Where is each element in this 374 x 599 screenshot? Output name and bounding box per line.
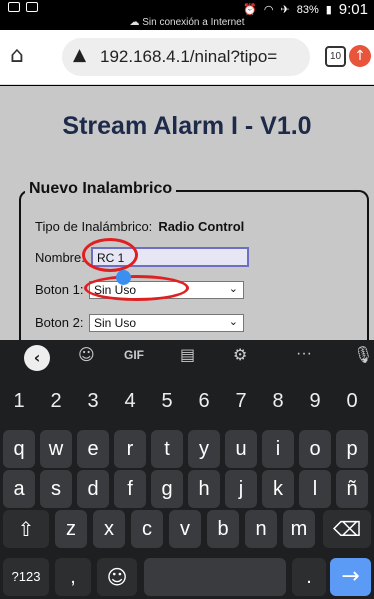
key-0[interactable]: 0 [336, 382, 368, 420]
key-g[interactable]: g [151, 470, 183, 508]
page-title: Stream Alarm I - V1.0 [62, 112, 312, 140]
key-n[interactable]: n [245, 510, 277, 548]
key-4[interactable]: 4 [114, 382, 146, 420]
key-9[interactable]: 9 [299, 382, 331, 420]
keyboard-toolbar: ‹ ☺ GIF ▤ ⚙ ··· 🎙 [0, 340, 374, 374]
system-indicators: ⏰ ◠ ✈ 83% ▮ 9:01 [243, 1, 368, 18]
keyboard-notification-icon [8, 2, 20, 12]
key-h[interactable]: h [188, 470, 220, 508]
enter-icon[interactable]: → [330, 558, 371, 596]
mic-icon[interactable]: 🎙 [353, 345, 373, 364]
backspace-icon[interactable]: ⌫ [323, 510, 371, 548]
chevron-down-icon: ⌄ [228, 315, 238, 328]
key-p[interactable]: p [336, 430, 368, 468]
key-o[interactable]: o [299, 430, 331, 468]
emoji-icon[interactable]: ☺ [97, 558, 137, 596]
boton2-select[interactable]: Sin Uso ⌄ [89, 314, 244, 332]
key-w[interactable]: w [40, 430, 72, 468]
period-key[interactable]: . [292, 558, 326, 596]
annotation-circle-nombre [82, 238, 138, 272]
tipo-label: Tipo de Inalámbrico: [35, 219, 153, 234]
key-6[interactable]: 6 [188, 382, 220, 420]
key-x[interactable]: x [93, 510, 125, 548]
fieldset-legend: Nuevo Inalambrico [25, 180, 177, 198]
tipo-value: Radio Control [158, 219, 245, 234]
key-b[interactable]: b [207, 510, 239, 548]
key-e[interactable]: e [77, 430, 109, 468]
key-y[interactable]: y [188, 430, 220, 468]
boton2-label: Boton 2: [35, 315, 84, 330]
boton1-label: Boton 1: [35, 282, 84, 297]
shift-icon[interactable]: ⇧ [3, 510, 49, 548]
key-i[interactable]: i [262, 430, 294, 468]
form-fieldset [19, 190, 369, 360]
gif-button[interactable]: GIF [124, 348, 144, 362]
nombre-label: Nombre: [35, 250, 85, 265]
key-5[interactable]: 5 [151, 382, 183, 420]
notification-icons [8, 2, 38, 12]
key-k[interactable]: k [262, 470, 294, 508]
key-8[interactable]: 8 [262, 382, 294, 420]
key-2[interactable]: 2 [40, 382, 72, 420]
key-ñ[interactable]: ñ [336, 470, 368, 508]
tipo-row: Tipo de Inalámbrico: Radio Control [35, 219, 244, 234]
back-icon[interactable]: ‹ [24, 345, 50, 371]
airplane-icon: ✈ [280, 3, 290, 16]
web-page: Stream Alarm I - V1.0 Nuevo Inalambrico … [0, 86, 374, 360]
key-t[interactable]: t [151, 430, 183, 468]
key-u[interactable]: u [225, 430, 257, 468]
key-z[interactable]: z [55, 510, 87, 548]
sticker-icon[interactable]: ☺ [78, 345, 95, 364]
tab-switcher-button[interactable]: 10 [325, 46, 346, 67]
image-notification-icon [26, 2, 38, 12]
key-1[interactable]: 1 [3, 382, 35, 420]
settings-icon[interactable]: ⚙ [233, 345, 247, 364]
alarm-icon: ⏰ [243, 3, 257, 16]
soft-keyboard: ‹ ☺ GIF ▤ ⚙ ··· 🎙 1234567890 qwertyuiop … [0, 340, 374, 599]
browser-toolbar: ⌂ ▲ 192.168.4.1/ninal?tipo= 10 ↑ [0, 30, 374, 85]
key-r[interactable]: r [114, 430, 146, 468]
home-icon[interactable]: ⌂ [10, 43, 24, 68]
clipboard-icon[interactable]: ▤ [180, 345, 195, 364]
key-q[interactable]: q [3, 430, 35, 468]
key-l[interactable]: l [299, 470, 331, 508]
key-j[interactable]: j [225, 470, 257, 508]
clock: 9:01 [338, 1, 368, 18]
chevron-down-icon: ⌄ [228, 282, 238, 295]
key-a[interactable]: a [3, 470, 35, 508]
more-button[interactable]: ··· [296, 345, 312, 363]
space-key[interactable] [144, 558, 286, 596]
key-3[interactable]: 3 [77, 382, 109, 420]
key-v[interactable]: v [169, 510, 201, 548]
battery-level: 83% [296, 3, 319, 16]
update-icon[interactable]: ↑ [349, 45, 371, 67]
key-s[interactable]: s [40, 470, 72, 508]
warning-icon[interactable]: ▲ [73, 45, 86, 65]
network-note: ☁ Sin conexión a Internet [129, 17, 245, 28]
key-m[interactable]: m [283, 510, 315, 548]
url-text[interactable]: 192.168.4.1/ninal?tipo= [100, 47, 277, 67]
key-f[interactable]: f [114, 470, 146, 508]
battery-icon: ▮ [325, 3, 332, 16]
comma-key[interactable]: , [55, 558, 91, 596]
key-7[interactable]: 7 [225, 382, 257, 420]
wifi-icon: ◠ [263, 3, 274, 16]
key-d[interactable]: d [77, 470, 109, 508]
symbols-key[interactable]: ?123 [3, 558, 49, 596]
status-bar: ⏰ ◠ ✈ 83% ▮ 9:01 ☁ Sin conexión a Intern… [0, 0, 374, 30]
cloud-off-icon: ☁ [129, 17, 140, 28]
key-c[interactable]: c [131, 510, 163, 548]
address-bar[interactable]: ▲ 192.168.4.1/ninal?tipo= [62, 38, 310, 76]
text-cursor-handle[interactable] [116, 270, 131, 285]
annotation-circle-boton1 [84, 275, 189, 301]
